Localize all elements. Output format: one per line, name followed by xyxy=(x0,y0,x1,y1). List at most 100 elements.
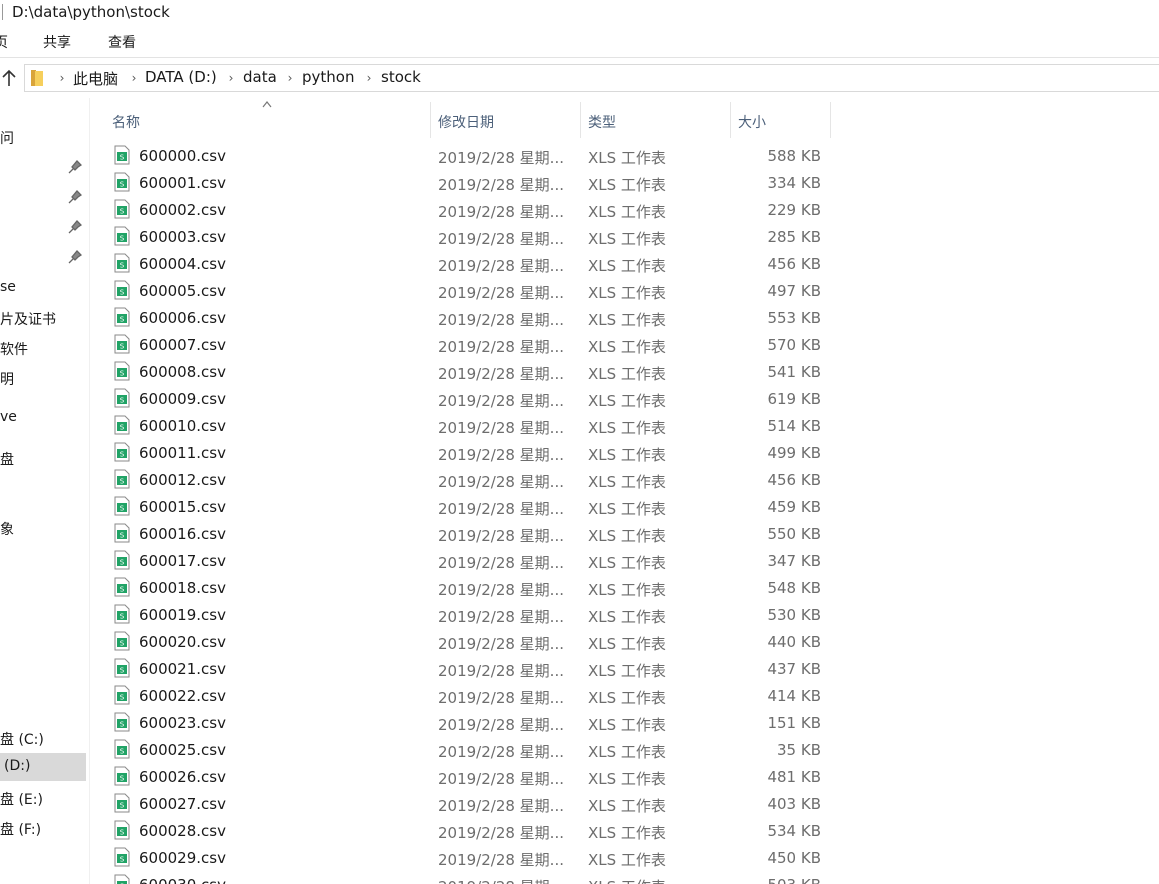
nav-item-drive-d[interactable]: (D:) xyxy=(0,753,86,781)
nav-item-onedrive[interactable]: ve xyxy=(0,404,86,432)
file-row[interactable]: S 600019.csv 2019/2/28 星期... XLS 工作表 530 KB xyxy=(108,601,828,628)
file-row[interactable]: S 600021.csv 2019/2/28 星期... XLS 工作表 437 KB xyxy=(108,655,828,682)
breadcrumb-python[interactable]: python xyxy=(302,68,354,86)
svg-text:S: S xyxy=(120,802,125,810)
file-row[interactable]: S 600004.csv 2019/2/28 星期... XLS 工作表 456 KB xyxy=(108,250,828,277)
file-row[interactable]: S 600000.csv 2019/2/28 星期... XLS 工作表 588 KB xyxy=(108,142,828,169)
file-row[interactable]: S 600007.csv 2019/2/28 星期... XLS 工作表 570 KB xyxy=(108,331,828,358)
spreadsheet-csv-icon: S xyxy=(114,739,130,759)
file-row[interactable]: S 600005.csv 2019/2/28 星期... XLS 工作表 497 KB xyxy=(108,277,828,304)
spreadsheet-csv-icon: S xyxy=(114,226,130,246)
file-row[interactable]: S 600020.csv 2019/2/28 星期... XLS 工作表 440 KB xyxy=(108,628,828,655)
file-row[interactable]: S 600017.csv 2019/2/28 星期... XLS 工作表 347 KB xyxy=(108,547,828,574)
pin-icon[interactable] xyxy=(68,220,82,234)
pin-icon[interactable] xyxy=(68,190,82,204)
svg-text:S: S xyxy=(120,640,125,648)
column-header-name-label: 名称 xyxy=(112,115,140,131)
svg-text:S: S xyxy=(120,613,125,621)
file-row[interactable]: S 600018.csv 2019/2/28 星期... XLS 工作表 548 KB xyxy=(108,574,828,601)
file-modified-date: 2019/2/28 星期... xyxy=(438,770,564,788)
spreadsheet-csv-icon: S xyxy=(114,415,130,435)
file-name: 600015.csv xyxy=(139,498,226,516)
file-row[interactable]: S 600023.csv 2019/2/28 星期... XLS 工作表 151 KB xyxy=(108,709,828,736)
file-type: XLS 工作表 xyxy=(588,230,666,248)
spreadsheet-csv-icon: S xyxy=(114,388,130,408)
file-row[interactable]: S 600001.csv 2019/2/28 星期... XLS 工作表 334 KB xyxy=(108,169,828,196)
nav-item-quick-access[interactable]: 问 xyxy=(0,123,86,151)
svg-text:S: S xyxy=(120,505,125,513)
nav-item-drive-c[interactable]: 盘 (C:) xyxy=(0,724,86,752)
nav-item-folder[interactable]: se xyxy=(0,274,86,302)
file-name: 600016.csv xyxy=(139,525,226,543)
chevron-right-icon[interactable]: › xyxy=(364,70,374,86)
file-type: XLS 工作表 xyxy=(588,203,666,221)
nav-item-network-drive[interactable]: 盘 xyxy=(0,444,86,472)
tab-share[interactable]: 共享 xyxy=(43,32,71,52)
file-name: 600010.csv xyxy=(139,417,226,435)
nav-item-3d-objects[interactable]: 象 xyxy=(0,514,86,542)
spreadsheet-csv-icon: S xyxy=(114,496,130,516)
column-header-date-label: 修改日期 xyxy=(438,115,494,131)
file-row[interactable]: S 600010.csv 2019/2/28 星期... XLS 工作表 514 KB xyxy=(108,412,828,439)
nav-item-drive-e[interactable]: 盘 (E:) xyxy=(0,784,86,812)
nav-item-drive-f[interactable]: 盘 (F:) xyxy=(0,814,86,842)
file-name: 600028.csv xyxy=(139,822,226,840)
column-header-size-label: 大小 xyxy=(738,115,766,131)
breadcrumb-data[interactable]: data xyxy=(243,68,277,86)
tab-view[interactable]: 查看 xyxy=(108,32,136,52)
file-row[interactable]: S 600008.csv 2019/2/28 星期... XLS 工作表 541 KB xyxy=(108,358,828,385)
file-row[interactable]: S 600026.csv 2019/2/28 星期... XLS 工作表 481 KB xyxy=(108,763,828,790)
breadcrumb-drive-d[interactable]: DATA (D:) xyxy=(145,68,217,86)
file-name: 600011.csv xyxy=(139,444,226,462)
column-header-date[interactable]: 修改日期 xyxy=(431,102,580,138)
file-row[interactable]: S 600006.csv 2019/2/28 星期... XLS 工作表 553 KB xyxy=(108,304,828,331)
column-divider[interactable] xyxy=(830,102,831,138)
file-row[interactable]: S 600022.csv 2019/2/28 星期... XLS 工作表 414 KB xyxy=(108,682,828,709)
column-header-type[interactable]: 类型 xyxy=(581,102,730,138)
nav-item-label: 片及证书 xyxy=(0,312,56,328)
file-row[interactable]: S 600003.csv 2019/2/28 星期... XLS 工作表 285 KB xyxy=(108,223,828,250)
file-row[interactable]: S 600027.csv 2019/2/28 星期... XLS 工作表 403 KB xyxy=(108,790,828,817)
file-row[interactable]: S 600029.csv 2019/2/28 星期... XLS 工作表 450 KB xyxy=(108,844,828,871)
tab-home[interactable]: 页 xyxy=(0,32,8,52)
nav-item-folder[interactable]: 明 xyxy=(0,364,86,392)
file-size: 497 KB xyxy=(767,282,821,300)
chevron-right-icon[interactable]: › xyxy=(285,70,295,86)
file-type: XLS 工作表 xyxy=(588,311,666,329)
pin-icon[interactable] xyxy=(68,160,82,174)
chevron-right-icon[interactable]: › xyxy=(129,70,139,86)
svg-text:S: S xyxy=(120,289,125,297)
file-row[interactable]: S 600011.csv 2019/2/28 星期... XLS 工作表 499 KB xyxy=(108,439,828,466)
file-row[interactable]: S 600012.csv 2019/2/28 星期... XLS 工作表 456 KB xyxy=(108,466,828,493)
chevron-right-icon[interactable]: › xyxy=(226,70,236,86)
chevron-right-icon[interactable]: › xyxy=(57,70,67,86)
file-name: 600018.csv xyxy=(139,579,226,597)
address-bar[interactable]: › 此电脑 › DATA (D:) › data › python › stoc… xyxy=(24,64,1159,92)
file-row[interactable]: S 600028.csv 2019/2/28 星期... XLS 工作表 534 KB xyxy=(108,817,828,844)
column-header-name[interactable]: 名称 xyxy=(100,102,430,138)
file-name: 600026.csv xyxy=(139,768,226,786)
svg-text:S: S xyxy=(120,667,125,675)
column-header-size[interactable]: 大小 xyxy=(731,102,830,138)
file-name: 600020.csv xyxy=(139,633,226,651)
up-arrow-icon[interactable] xyxy=(0,68,18,88)
svg-text:S: S xyxy=(120,532,125,540)
file-row[interactable]: S 600002.csv 2019/2/28 星期... XLS 工作表 229 KB xyxy=(108,196,828,223)
file-row[interactable]: S 600009.csv 2019/2/28 星期... XLS 工作表 619 KB xyxy=(108,385,828,412)
file-size: 534 KB xyxy=(767,822,821,840)
file-type: XLS 工作表 xyxy=(588,446,666,464)
nav-item-folder[interactable]: 软件 xyxy=(0,334,86,362)
nav-item-folder[interactable]: 片及证书 xyxy=(0,304,86,332)
file-row[interactable]: S 600025.csv 2019/2/28 星期... XLS 工作表 35 KB xyxy=(108,736,828,763)
file-modified-date: 2019/2/28 星期... xyxy=(438,338,564,356)
breadcrumb-stock[interactable]: stock xyxy=(381,68,421,86)
pin-icon[interactable] xyxy=(68,250,82,264)
spreadsheet-csv-icon: S xyxy=(114,712,130,732)
spreadsheet-csv-icon: S xyxy=(114,658,130,678)
file-row[interactable]: S 600015.csv 2019/2/28 星期... XLS 工作表 459 KB xyxy=(108,493,828,520)
spreadsheet-csv-icon: S xyxy=(114,793,130,813)
file-row[interactable]: S 600030.csv 2019/2/28 星期... XLS 工作表 503 KB xyxy=(108,871,828,884)
title-bar: D:\data\python\stock xyxy=(0,0,1159,26)
breadcrumb-this-pc[interactable]: 此电脑 xyxy=(73,68,118,89)
file-row[interactable]: S 600016.csv 2019/2/28 星期... XLS 工作表 550 KB xyxy=(108,520,828,547)
